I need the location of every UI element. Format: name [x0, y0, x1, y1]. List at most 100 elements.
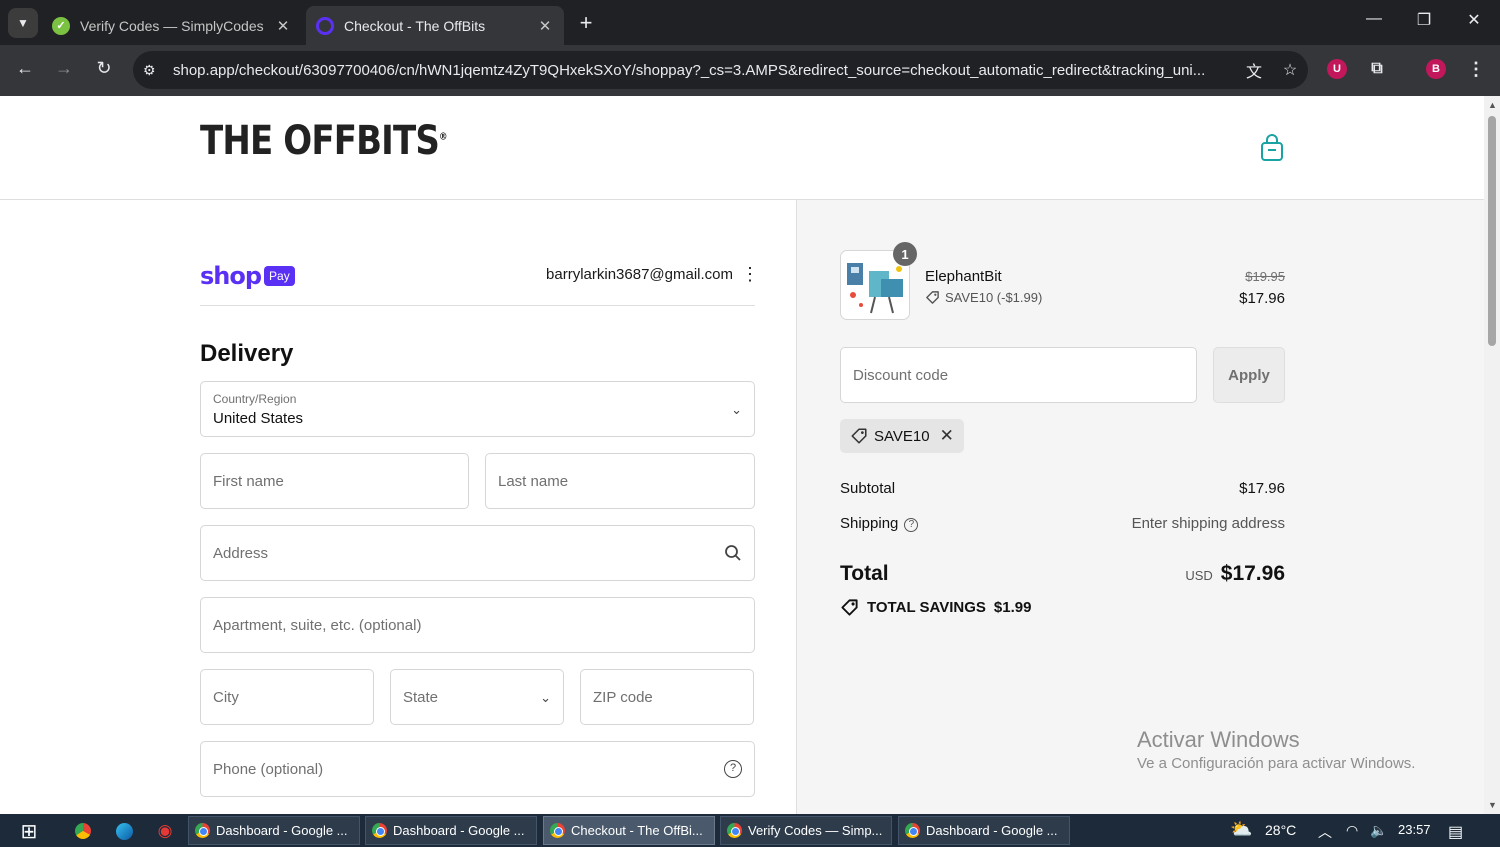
- discounted-price: $17.96: [1239, 290, 1285, 307]
- notifications-icon[interactable]: ▤: [1448, 822, 1463, 842]
- country-select[interactable]: Country/Region United States ⌄: [200, 381, 755, 437]
- phone-placeholder: Phone (optional): [213, 761, 324, 778]
- site-info-icon[interactable]: ⚙: [143, 62, 161, 79]
- chrome-icon: [550, 823, 565, 838]
- phone-field[interactable]: Phone (optional) ?: [200, 741, 755, 797]
- help-icon[interactable]: ?: [724, 760, 742, 778]
- close-window-icon[interactable]: ✕: [1462, 10, 1486, 30]
- logo-text: THE OFFBITS: [200, 118, 440, 164]
- windows-activation-watermark: Activar Windows Ve a Configuración para …: [1137, 727, 1415, 772]
- translate-icon[interactable]: 文: [1242, 58, 1266, 82]
- offbits-logo[interactable]: THE OFFBITS®: [200, 118, 447, 164]
- city-field[interactable]: City: [200, 669, 374, 725]
- last-name-field[interactable]: Last name: [485, 453, 755, 509]
- applied-discount-chip: SAVE10 ✕: [840, 419, 964, 453]
- wifi-icon[interactable]: ◠: [1346, 822, 1358, 839]
- tab-close-icon[interactable]: ✕: [536, 17, 554, 35]
- address-field[interactable]: Address: [200, 525, 755, 581]
- watermark-subtitle: Ve a Configuración para activar Windows.: [1137, 755, 1416, 772]
- chrome-app-icon[interactable]: [72, 820, 94, 842]
- forward-arrow-icon[interactable]: →: [52, 58, 76, 79]
- scroll-down-arrow-icon[interactable]: ▼: [1488, 800, 1497, 810]
- minimize-icon[interactable]: —: [1362, 10, 1386, 28]
- scroll-up-arrow-icon[interactable]: ▲: [1488, 100, 1497, 110]
- edge-app-icon[interactable]: [113, 820, 135, 842]
- scroll-thumb[interactable]: [1488, 116, 1496, 346]
- apply-discount-button[interactable]: Apply: [1213, 347, 1285, 403]
- extensions-puzzle-icon[interactable]: ⧉: [1367, 59, 1387, 79]
- tab-search-button[interactable]: ▼: [8, 8, 38, 38]
- tab-verify-codes[interactable]: ✓ Verify Codes — SimplyCodes ✕: [42, 6, 302, 45]
- shipping-help-icon[interactable]: ?: [904, 518, 919, 532]
- taskbar-app-verify-codes[interactable]: Verify Codes — Simp...: [720, 816, 892, 845]
- tab-title: Checkout - The OffBits: [344, 17, 486, 34]
- clock-time[interactable]: 23:57: [1398, 822, 1431, 837]
- delivery-column: shop Pay barrylarkin3687@gmail.com ⋮ Del…: [0, 200, 797, 814]
- show-hidden-icons-icon[interactable]: ︿: [1318, 822, 1332, 842]
- taskbar-app-title: Dashboard - Google ...: [926, 823, 1058, 838]
- tab-checkout[interactable]: Checkout - The OffBits ✕: [306, 6, 564, 45]
- chevron-down-icon: ⌄: [731, 402, 742, 417]
- weather-icon[interactable]: ⛅: [1230, 819, 1252, 840]
- restore-icon[interactable]: ❐: [1412, 10, 1436, 30]
- order-summary: 1 ElephantBit SAVE10 (-$1.99) $19.95 $17…: [797, 200, 1484, 814]
- savings-tag-icon: [841, 599, 858, 616]
- back-arrow-icon[interactable]: ←: [13, 58, 37, 79]
- taskbar-app-dashboard-1[interactable]: Dashboard - Google ...: [188, 816, 360, 845]
- search-icon: [725, 545, 741, 561]
- first-name-field[interactable]: First name: [200, 453, 469, 509]
- state-select[interactable]: State ⌄: [390, 669, 564, 725]
- shoppay-account-row: shop Pay barrylarkin3687@gmail.com ⋮: [200, 258, 759, 306]
- first-name-placeholder: First name: [213, 473, 284, 490]
- browser-menu-icon[interactable]: ⋮: [1466, 59, 1486, 79]
- taskbar-app-dashboard-2[interactable]: Dashboard - Google ...: [365, 816, 537, 845]
- ublock-extension-icon[interactable]: U: [1327, 59, 1347, 79]
- shipping-label: Shipping: [840, 515, 899, 532]
- state-placeholder: State: [403, 689, 439, 706]
- opera-app-icon[interactable]: ◉: [154, 820, 176, 842]
- chrome-icon: [727, 823, 742, 838]
- profile-avatar[interactable]: B: [1426, 59, 1446, 79]
- savings-label: TOTAL SAVINGS: [867, 599, 986, 616]
- zip-code-field[interactable]: ZIP code: [580, 669, 754, 725]
- shoppay-wordmark: shop: [200, 262, 262, 290]
- checkout-page: THE OFFBITS® shop Pay barrylarkin3687@gm…: [0, 96, 1484, 814]
- bookmark-star-icon[interactable]: ☆: [1278, 60, 1302, 80]
- total-label: Total: [840, 562, 889, 585]
- taskbar-app-title: Dashboard - Google ...: [216, 823, 348, 838]
- country-value: United States: [213, 410, 304, 427]
- url-text[interactable]: shop.app/checkout/63097700406/cn/hWN1jqe…: [173, 62, 1236, 79]
- tag-icon: [926, 291, 939, 304]
- reload-icon[interactable]: ↻: [92, 58, 116, 79]
- temperature-text[interactable]: 28°C: [1265, 822, 1296, 838]
- shopping-bag-icon[interactable]: [1260, 134, 1284, 162]
- taskbar-app-title: Checkout - The OffBi...: [571, 823, 703, 838]
- simplycodes-favicon-icon: ✓: [52, 16, 70, 35]
- tab-close-icon[interactable]: ✕: [274, 17, 292, 35]
- account-menu-icon[interactable]: ⋮: [741, 264, 759, 285]
- chrome-icon: [372, 823, 387, 838]
- browser-toolbar: ← → ↻ ⚙ shop.app/checkout/63097700406/cn…: [0, 45, 1500, 96]
- taskbar-app-title: Dashboard - Google ...: [393, 823, 525, 838]
- last-name-placeholder: Last name: [498, 473, 569, 490]
- total-savings: TOTAL SAVINGS $1.99: [840, 598, 1031, 617]
- subtotal-value: $17.96: [1239, 480, 1285, 497]
- discount-code-input[interactable]: Discount code: [840, 347, 1197, 403]
- shipping-value: Enter shipping address: [1131, 515, 1285, 532]
- address-bar[interactable]: ⚙ shop.app/checkout/63097700406/cn/hWN1j…: [133, 51, 1308, 89]
- country-label: Country/Region: [213, 392, 297, 406]
- tab-title: Verify Codes — SimplyCodes: [80, 17, 264, 34]
- taskbar-app-dashboard-3[interactable]: Dashboard - Google ...: [898, 816, 1070, 845]
- chrome-icon: [195, 823, 210, 838]
- apartment-field[interactable]: Apartment, suite, etc. (optional): [200, 597, 755, 653]
- watermark-title: Activar Windows: [1137, 727, 1300, 752]
- volume-icon[interactable]: 🔈: [1370, 822, 1387, 839]
- tag-icon: [851, 428, 867, 444]
- subtotal-label: Subtotal: [840, 480, 896, 497]
- new-tab-button[interactable]: +: [575, 10, 597, 36]
- taskbar-app-checkout[interactable]: Checkout - The OffBi...: [543, 816, 715, 845]
- city-placeholder: City: [213, 689, 239, 706]
- remove-discount-icon[interactable]: ✕: [940, 426, 954, 446]
- page-scrollbar[interactable]: ▲ ▼: [1484, 96, 1500, 814]
- start-grid-icon[interactable]: ⊞: [18, 820, 40, 843]
